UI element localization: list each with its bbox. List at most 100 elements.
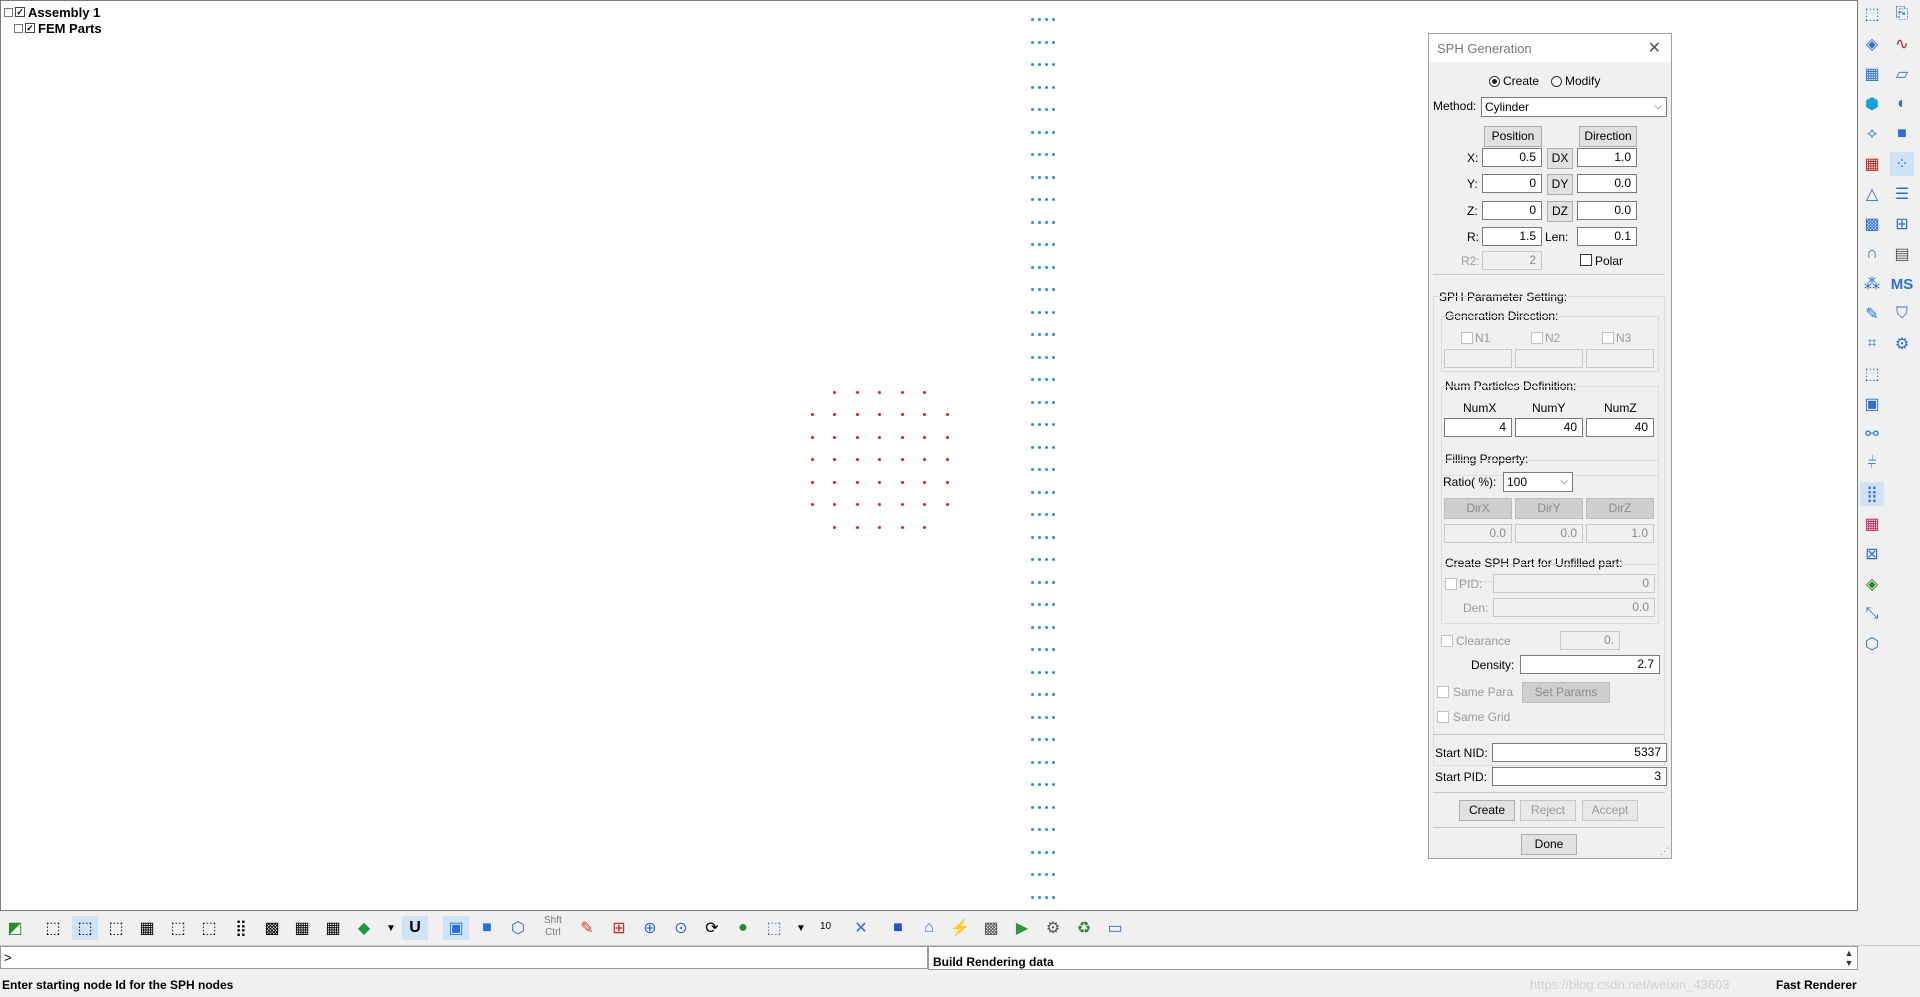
numy-field[interactable]: 40	[1515, 418, 1583, 437]
y-field[interactable]: 0	[1482, 174, 1542, 193]
chevron-down-icon[interactable]: ▼	[788, 916, 814, 940]
plane-icon[interactable]: ▱	[1890, 62, 1914, 86]
play-icon[interactable]: ▶	[1009, 916, 1035, 940]
surface-mesh-icon[interactable]: ◈	[1860, 32, 1884, 56]
same-grid-checkbox[interactable]	[1437, 711, 1449, 723]
cube-stack-icon[interactable]: ▣	[1860, 392, 1884, 416]
ratio-select[interactable]: 100 ⌵	[1503, 472, 1573, 492]
globe-icon[interactable]: ●	[730, 916, 756, 940]
scroll-up-icon[interactable]: ▲	[1842, 948, 1856, 958]
node-grid-icon[interactable]: ⁂	[1860, 272, 1884, 296]
rotate-icon[interactable]: ⟳	[699, 916, 725, 940]
create-button[interactable]: Create	[1459, 800, 1515, 821]
curve-icon[interactable]: ∿	[1890, 32, 1914, 56]
blue-cube-icon[interactable]: ■	[885, 916, 911, 940]
flash-icon[interactable]: ⚡	[947, 916, 973, 940]
view-right-icon[interactable]: ⬚	[196, 916, 222, 940]
command-input[interactable]: >	[0, 946, 928, 969]
film-icon[interactable]: ▤	[1890, 242, 1914, 266]
same-para-checkbox[interactable]	[1437, 686, 1449, 698]
block-mesh-icon[interactable]: ⊞	[1890, 212, 1914, 236]
n2-field[interactable]	[1515, 349, 1583, 368]
tet-icon[interactable]: △	[1860, 182, 1884, 206]
layers-icon[interactable]: ☰	[1890, 182, 1914, 206]
box-solid-icon[interactable]: ■	[1890, 122, 1914, 146]
node-mesh-icon[interactable]: ⌗	[1860, 332, 1884, 356]
fem-parts-checkbox[interactable]: ✓	[25, 23, 35, 33]
dirz-button[interactable]: DirZ	[1586, 498, 1654, 519]
wire-mesh-icon[interactable]: ▦	[320, 916, 346, 940]
set-params-button[interactable]: Set Params	[1522, 682, 1610, 703]
dirx-field[interactable]: 0.0	[1444, 524, 1512, 543]
image-icon[interactable]: ▭	[1102, 916, 1128, 940]
method-select[interactable]: Cylinder ⌵	[1481, 97, 1667, 117]
sph-generation-dialog[interactable]: SPH Generation ✕ Create Modify Method: C…	[1428, 33, 1672, 859]
color-cube-icon[interactable]: ▦	[1860, 512, 1884, 536]
start-nid-field[interactable]: 5337	[1492, 743, 1667, 762]
palette-icon[interactable]: ◩	[2, 916, 28, 940]
view-iso-icon[interactable]: ⬚	[40, 916, 66, 940]
box-wire-icon[interactable]: ⬚	[1860, 362, 1884, 386]
view-left-icon[interactable]: ⬚	[165, 916, 191, 940]
diry-field[interactable]: 0.0	[1515, 524, 1583, 543]
dots-view-icon[interactable]: ⣿	[228, 916, 254, 940]
dx-field[interactable]: 1.0	[1577, 148, 1637, 167]
wire-box-icon[interactable]: ⬡	[1860, 632, 1884, 656]
pan-icon[interactable]: ✎	[574, 916, 600, 940]
z-field[interactable]: 0	[1482, 201, 1542, 220]
center-icon[interactable]: ⊞	[606, 916, 632, 940]
tree-item-assembly[interactable]: ✓ Assembly 1	[4, 4, 102, 20]
wire-icon[interactable]: ⟡	[1860, 122, 1884, 146]
solid-hex-icon[interactable]: ⬢	[1860, 92, 1884, 116]
zoom-icon[interactable]: ⊙	[668, 916, 694, 940]
box-view-icon[interactable]: ⬚	[761, 916, 787, 940]
shrink-mesh-icon[interactable]: ▦	[289, 916, 315, 940]
resize-grip-icon[interactable]: ⋰	[1660, 846, 1669, 857]
dy-field[interactable]: 0.0	[1577, 174, 1637, 193]
sph-icon[interactable]: ⁘	[1890, 152, 1914, 176]
dots-block-icon[interactable]: ⣿	[1860, 482, 1884, 506]
checker-icon[interactable]: ▩	[978, 916, 1004, 940]
clearance-field[interactable]: 0.	[1560, 631, 1620, 650]
position-button[interactable]: Position	[1484, 126, 1542, 147]
red-grid-icon[interactable]: ▦	[1860, 152, 1884, 176]
split-icon[interactable]: ⫩	[1860, 452, 1884, 476]
u-icon[interactable]: U	[402, 916, 428, 940]
gears-icon[interactable]: ⚙	[1040, 916, 1066, 940]
node-m-icon[interactable]: ⚯	[1860, 422, 1884, 446]
ms-icon[interactable]: MS	[1890, 272, 1914, 296]
shaded-cube-icon[interactable]: ▣	[443, 916, 469, 940]
expand-icon[interactable]	[14, 23, 23, 33]
ms-grid-icon[interactable]: ⊠	[1860, 542, 1884, 566]
home-icon[interactable]: ⌂	[916, 916, 942, 940]
cube-icon[interactable]: ⬚	[1860, 2, 1884, 26]
r2-field[interactable]: 2	[1482, 251, 1542, 270]
polar-checkbox[interactable]	[1580, 254, 1592, 266]
contour-icon[interactable]: ◆	[351, 916, 377, 940]
solid-cube-icon[interactable]: ■	[474, 916, 500, 940]
dirz-field[interactable]: 1.0	[1586, 524, 1654, 543]
numx-field[interactable]: 4	[1444, 418, 1512, 437]
arch-icon[interactable]: ∩	[1860, 242, 1884, 266]
manage-icon[interactable]: ⚙	[1890, 332, 1914, 356]
recycle-icon[interactable]: ♻	[1071, 916, 1097, 940]
dy-button[interactable]: DY	[1547, 174, 1573, 195]
clearance-checkbox[interactable]	[1441, 635, 1453, 647]
view-front-icon[interactable]: ⬚	[72, 916, 98, 940]
n3-checkbox[interactable]	[1602, 332, 1614, 344]
dz-button[interactable]: DZ	[1547, 201, 1573, 222]
close-icon[interactable]: ✕	[1648, 38, 1661, 58]
scroll-down-icon[interactable]: ▼	[1842, 958, 1856, 968]
shell-icon[interactable]: ◐	[1890, 92, 1914, 116]
output-scroll[interactable]: ▲ ▼	[1842, 948, 1856, 968]
pencil-icon[interactable]: ✎	[1860, 302, 1884, 326]
n1-checkbox[interactable]	[1461, 332, 1473, 344]
reject-button[interactable]: Reject	[1520, 800, 1576, 821]
import-icon[interactable]: ⎘	[1890, 2, 1914, 26]
dialog-titlebar[interactable]: SPH Generation ✕	[1429, 34, 1671, 62]
shield-icon[interactable]: ⛉	[1890, 302, 1914, 326]
view-top-icon[interactable]: ⬚	[103, 916, 129, 940]
tree-item-fem-parts[interactable]: ✓ FEM Parts	[4, 20, 102, 36]
model-tree[interactable]: ✓ Assembly 1 ✓ FEM Parts	[4, 4, 102, 36]
len-field[interactable]: 0.1	[1577, 227, 1637, 246]
